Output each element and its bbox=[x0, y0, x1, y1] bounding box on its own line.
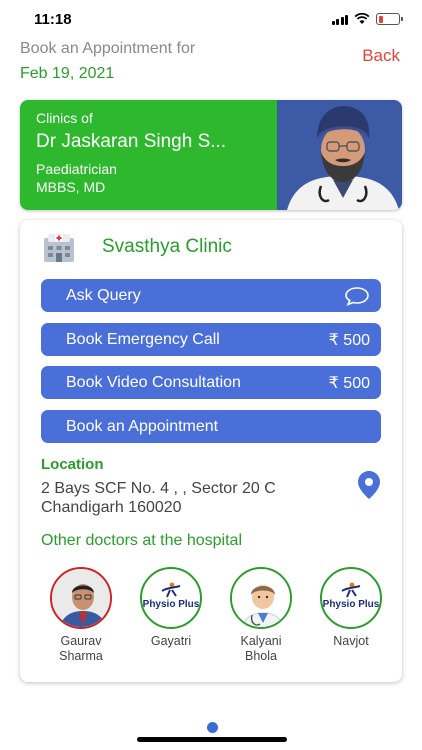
doctor-portrait-icon bbox=[277, 100, 402, 210]
book-emergency-call-label: Book Emergency Call bbox=[66, 330, 220, 348]
video-consultation-price: ₹ 500 bbox=[328, 374, 370, 392]
physio-figure-icon bbox=[341, 582, 361, 598]
book-video-consultation-label: Book Video Consultation bbox=[66, 373, 241, 391]
other-doctor-name: Gaurav Sharma bbox=[37, 634, 125, 664]
doctor-photo bbox=[277, 100, 402, 210]
other-doctor-name: Gayatri bbox=[127, 634, 215, 649]
other-doctor-kalyani-bhola[interactable]: Kalyani Bhola bbox=[217, 567, 305, 664]
doctor-name-line-1: Gaurav bbox=[60, 634, 102, 648]
map-pin-icon[interactable] bbox=[357, 470, 381, 500]
other-doctor-navjot[interactable]: Physio Plus Navjot bbox=[307, 567, 395, 649]
physio-plus-tagline bbox=[351, 610, 352, 614]
clinic-address: 2 Bays SCF No. 4 , , Sector 20 C Chandig… bbox=[41, 479, 331, 517]
doctor-card: Clinics of Dr Jaskaran Singh S... Paedia… bbox=[20, 100, 402, 210]
clinic-card: Svasthya Clinic Ask Query Book Emergency… bbox=[20, 220, 402, 682]
address-line-2: Chandigarh 160020 bbox=[41, 499, 182, 516]
status-bar: 11:18 bbox=[0, 0, 422, 40]
book-emergency-call-button[interactable]: Book Emergency Call ₹ 500 bbox=[41, 323, 381, 356]
other-doctor-gaurav-sharma[interactable]: Gaurav Sharma bbox=[37, 567, 125, 664]
physio-plus-text: Physio Plus bbox=[322, 599, 380, 610]
book-appointment-button[interactable]: Book an Appointment bbox=[41, 410, 381, 443]
hospital-icon bbox=[44, 234, 74, 262]
status-icons bbox=[331, 13, 403, 25]
ask-query-button[interactable]: Ask Query bbox=[41, 279, 381, 312]
other-doctor-gayatri[interactable]: Physio Plus Gayatri bbox=[127, 567, 215, 649]
doctor-avatar bbox=[230, 567, 292, 629]
page-indicator-dot bbox=[207, 722, 218, 733]
ask-query-label: Ask Query bbox=[66, 286, 141, 304]
wifi-icon bbox=[354, 13, 370, 24]
address-line-1: 2 Bays SCF No. 4 , , Sector 20 C bbox=[41, 480, 276, 497]
back-button[interactable]: Back bbox=[362, 46, 400, 66]
clinic-name: Svasthya Clinic bbox=[102, 236, 232, 257]
signal-icon bbox=[331, 14, 348, 25]
doctor-name: Dr Jaskaran Singh S... bbox=[36, 131, 227, 152]
doctor-name-line-1: Navjot bbox=[333, 634, 369, 648]
physio-plus-tagline bbox=[171, 610, 172, 614]
doctor-name-line-1: Gayatri bbox=[150, 634, 192, 648]
clinics-of-label: Clinics of bbox=[36, 110, 93, 126]
physio-plus-logo: Physio Plus bbox=[140, 567, 202, 629]
header-label: Book an Appointment for bbox=[20, 40, 196, 57]
appointment-date: Feb 19, 2021 bbox=[20, 65, 115, 82]
physio-plus-text: Physio Plus bbox=[142, 599, 200, 610]
doctor-degree: MBBS, MD bbox=[36, 179, 106, 195]
doctor-name-line-2: Bhola bbox=[245, 649, 277, 663]
doctor-name-line-2: Sharma bbox=[59, 649, 103, 663]
doctor-name-line-1: Kalyani bbox=[240, 634, 282, 648]
doctor-info: Clinics of Dr Jaskaran Singh S... Paedia… bbox=[20, 100, 277, 210]
other-doctors-label: Other doctors at the hospital bbox=[41, 532, 242, 549]
doctor-specialty: Paediatrician bbox=[36, 161, 117, 177]
home-indicator[interactable] bbox=[137, 737, 287, 742]
other-doctor-name: Navjot bbox=[307, 634, 395, 649]
emergency-call-price: ₹ 500 bbox=[328, 331, 370, 349]
battery-icon bbox=[376, 13, 403, 25]
chat-bubble-icon bbox=[345, 286, 369, 306]
other-doctor-name: Kalyani Bhola bbox=[217, 634, 305, 664]
physio-figure-icon bbox=[161, 582, 181, 598]
book-appointment-label: Book an Appointment bbox=[66, 417, 219, 435]
physio-plus-logo: Physio Plus bbox=[320, 567, 382, 629]
doctor-avatar bbox=[50, 567, 112, 629]
location-label: Location bbox=[41, 456, 104, 473]
book-video-consultation-button[interactable]: Book Video Consultation ₹ 500 bbox=[41, 366, 381, 399]
status-time: 11:18 bbox=[34, 11, 72, 28]
